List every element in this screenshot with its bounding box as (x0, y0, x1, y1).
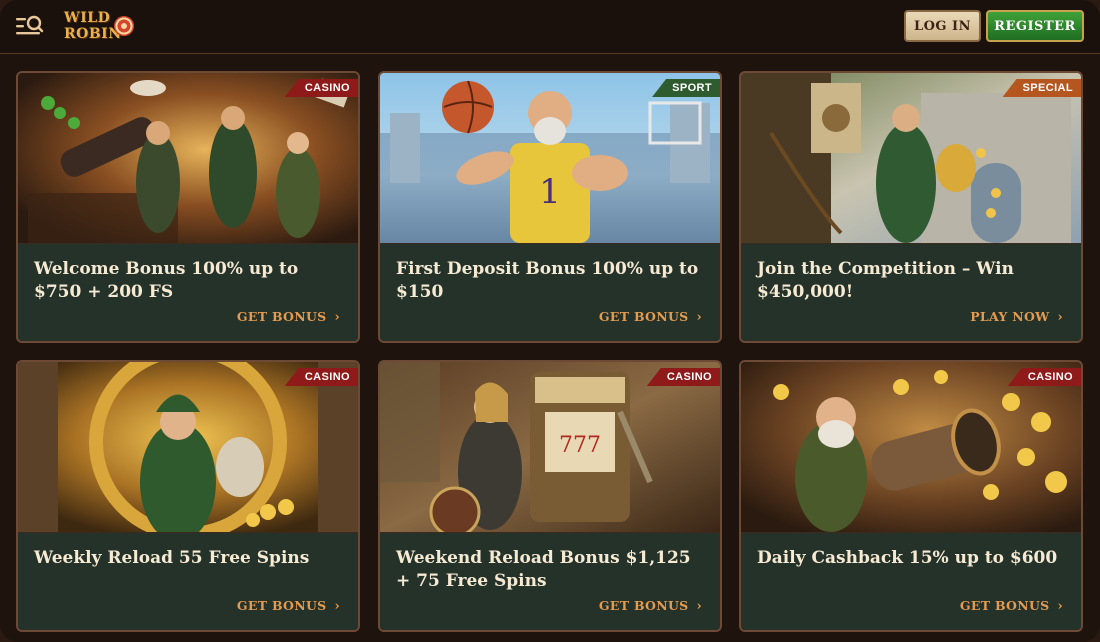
menu-search-button[interactable] (14, 14, 46, 40)
top-header: WILD ROBIN LOG IN REGISTER (0, 0, 1100, 54)
chevron-right-icon: › (1057, 599, 1063, 614)
promo-title: Weekend Reload Bonus $1,125 + 75 Free Sp… (396, 548, 691, 591)
promo-panel: Weekend Reload Bonus $1,125 + 75 Free Sp… (380, 532, 720, 630)
get-bonus-link[interactable]: GET BONUS › (599, 598, 702, 614)
promo-card[interactable]: SPECIAL Join the Competition – Win $450,… (739, 71, 1083, 343)
menu-search-icon (16, 15, 44, 35)
promo-panel: First Deposit Bonus 100% up to $150 GET … (380, 243, 720, 341)
promo-card[interactable]: CASINO Welcome Bonus 100% up to $750 + 2… (16, 71, 360, 343)
get-bonus-link[interactable]: GET BONUS › (237, 598, 340, 614)
promo-title: Welcome Bonus 100% up to $750 + 200 FS (34, 259, 299, 302)
login-button[interactable]: LOG IN (904, 10, 981, 42)
promo-panel: Join the Competition – Win $450,000! PLA… (741, 243, 1081, 341)
promo-panel: Welcome Bonus 100% up to $750 + 200 FS G… (18, 243, 358, 341)
category-badge: SPECIAL (1002, 79, 1081, 97)
cta-label: GET BONUS (959, 598, 1050, 613)
play-now-link[interactable]: PLAY NOW › (970, 309, 1063, 325)
chevron-right-icon: › (334, 599, 340, 614)
logo-text-wild: WILD (64, 10, 111, 26)
promo-image (18, 362, 358, 532)
get-bonus-link[interactable]: GET BONUS › (237, 309, 340, 325)
promo-image: 1 (380, 73, 720, 243)
chevron-right-icon: › (696, 599, 702, 614)
promo-title: Daily Cashback 15% up to $600 (757, 548, 1058, 568)
chevron-right-icon: › (1057, 310, 1063, 325)
cta-label: PLAY NOW (970, 309, 1050, 324)
promo-card[interactable]: 777 CASINO Weekend Reload Bonus $1,125 +… (378, 360, 722, 632)
wild-robin-logo[interactable]: WILD ROBIN (62, 8, 142, 46)
promo-image: 777 (380, 362, 720, 532)
cta-label: GET BONUS (236, 309, 327, 324)
promo-card[interactable]: 1 SPORT First Deposit Bonus 100% up to $… (378, 71, 722, 343)
promo-title: First Deposit Bonus 100% up to $150 (396, 259, 699, 302)
target-icon (114, 16, 134, 36)
chevron-right-icon: › (696, 310, 702, 325)
promo-card[interactable]: CASINO Daily Cashback 15% up to $600 GET… (739, 360, 1083, 632)
promo-title: Join the Competition – Win $450,000! (757, 259, 1014, 302)
svg-text:777: 777 (559, 433, 601, 458)
promo-panel: Weekly Reload 55 Free Spins GET BONUS › (18, 532, 358, 630)
promo-image (741, 362, 1081, 532)
svg-text:1: 1 (539, 172, 561, 212)
promo-image (741, 73, 1081, 243)
promo-image (18, 73, 358, 243)
cta-label: GET BONUS (598, 309, 689, 324)
promo-title: Weekly Reload 55 Free Spins (34, 548, 310, 568)
promo-panel: Daily Cashback 15% up to $600 GET BONUS › (741, 532, 1081, 630)
logo-text-robin: ROBIN (64, 26, 122, 42)
chevron-right-icon: › (334, 310, 340, 325)
promo-card[interactable]: CASINO Weekly Reload 55 Free Spins GET B… (16, 360, 360, 632)
get-bonus-link[interactable]: GET BONUS › (960, 598, 1063, 614)
cta-label: GET BONUS (598, 598, 689, 613)
get-bonus-link[interactable]: GET BONUS › (599, 309, 702, 325)
register-button[interactable]: REGISTER (986, 10, 1084, 42)
cta-label: GET BONUS (236, 598, 327, 613)
app-frame: WILD ROBIN LOG IN REGISTER CASINO Welcom… (0, 0, 1100, 642)
